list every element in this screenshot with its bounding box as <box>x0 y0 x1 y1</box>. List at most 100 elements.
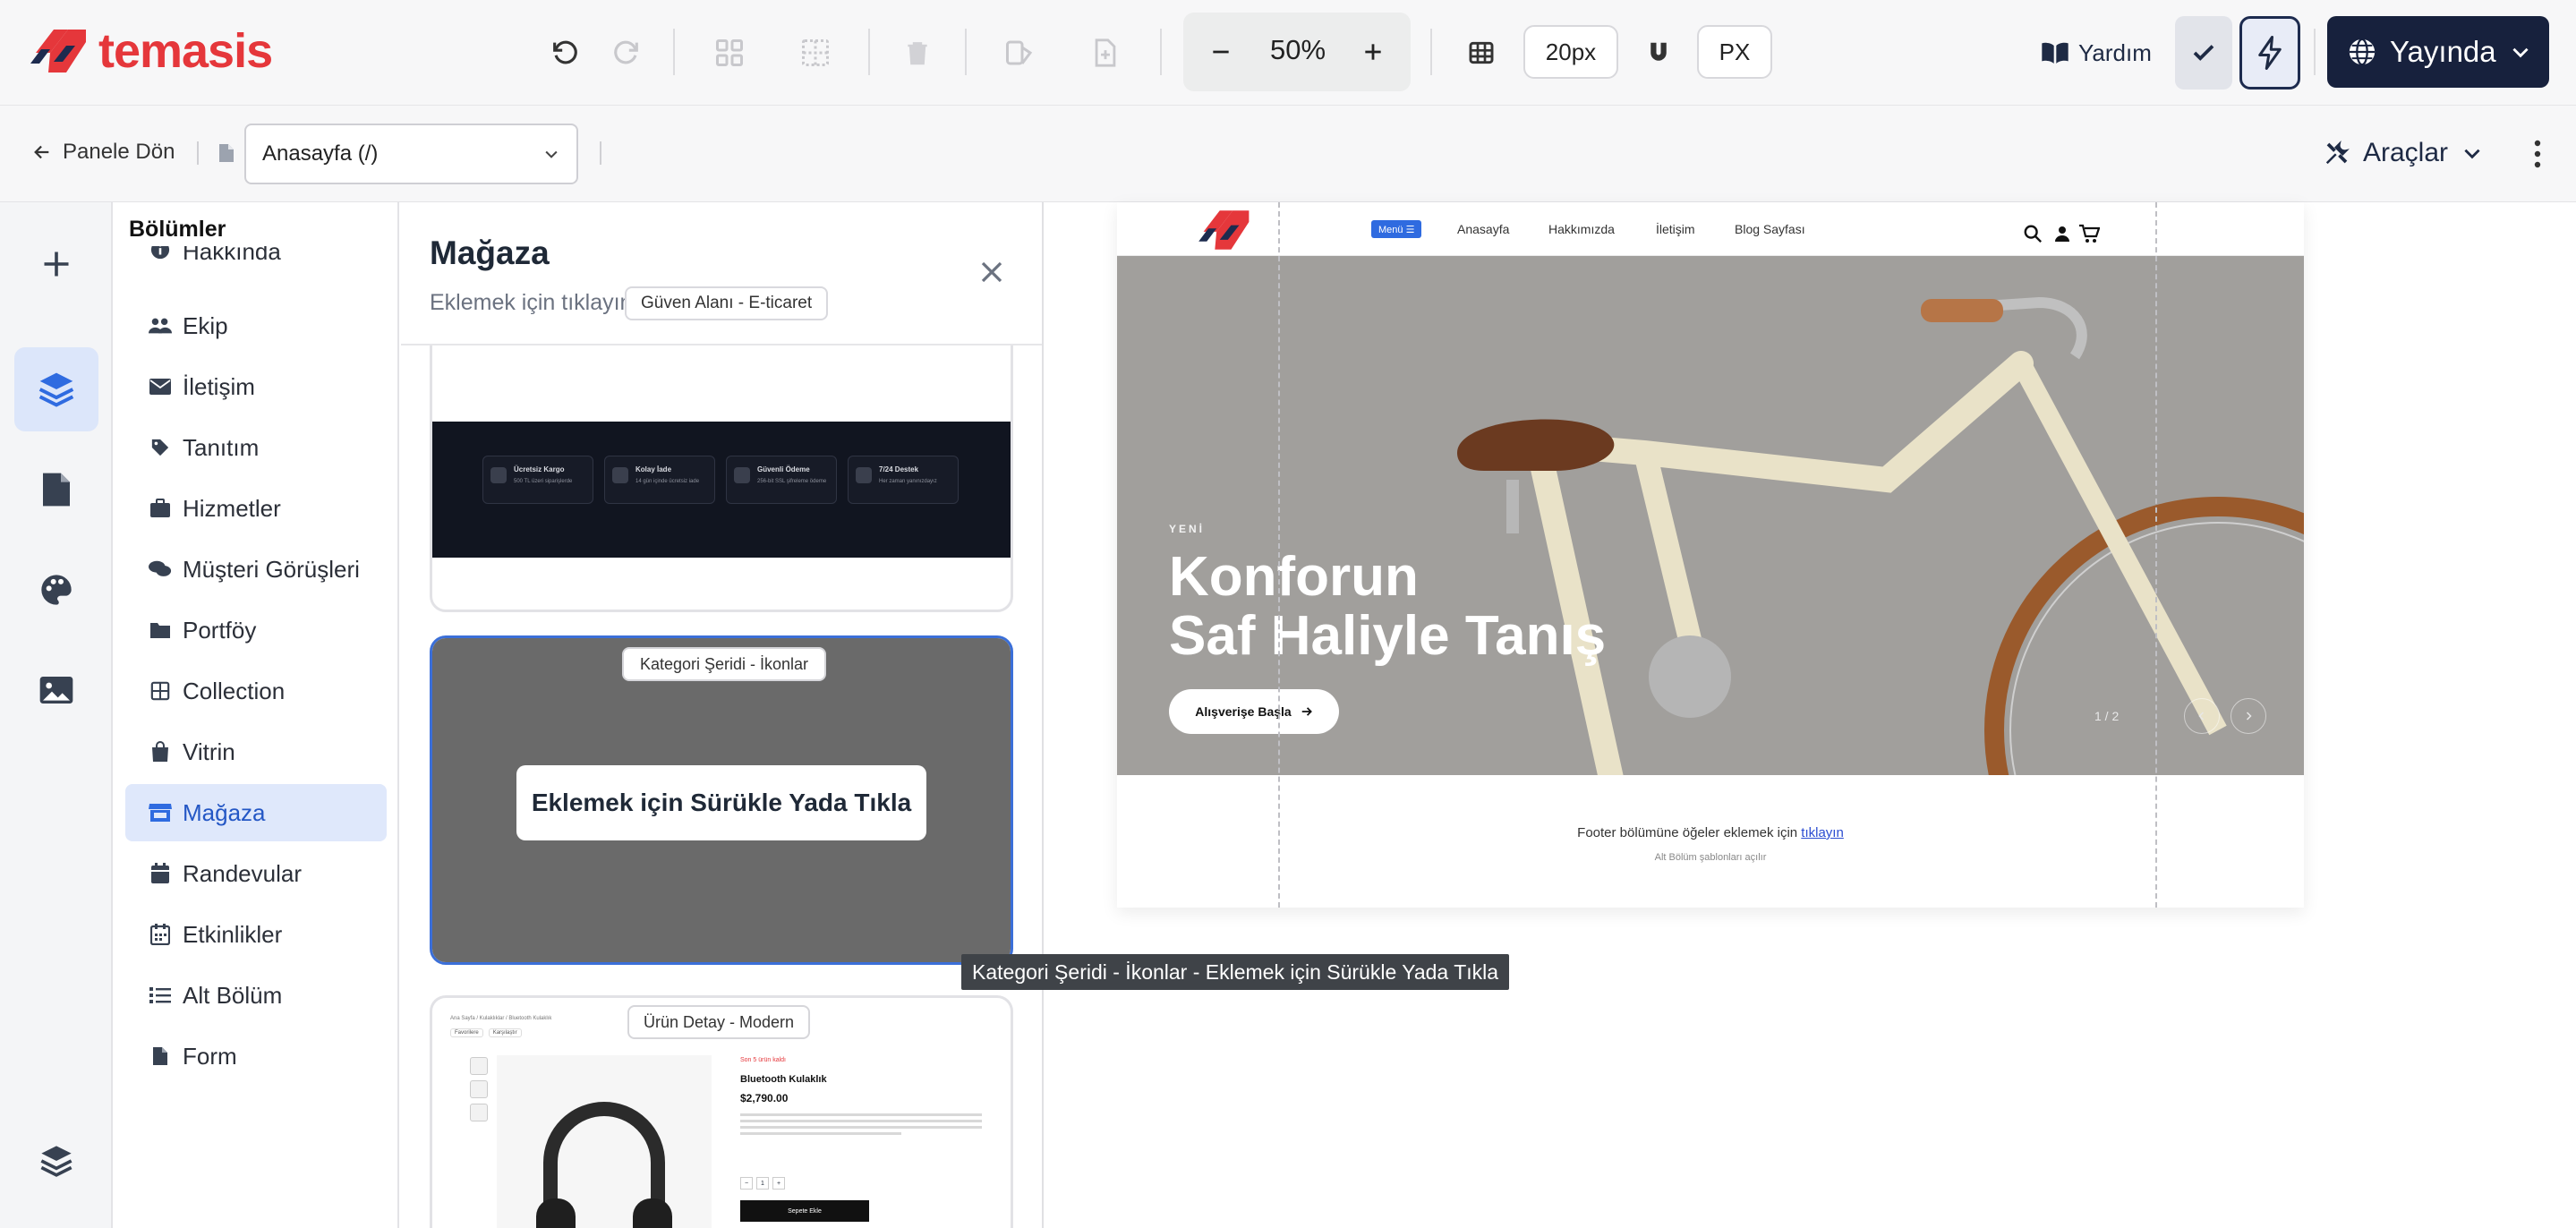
cart-icon[interactable] <box>2078 224 2100 243</box>
toolbar-divider <box>965 29 967 75</box>
site-preview[interactable]: Menü ☰ Anasayfa Hakkımızda İletişim Blog… <box>1117 202 2304 908</box>
nav-link-blog[interactable]: Blog Sayfası <box>1735 222 1805 236</box>
sections-title: Bölümler <box>129 217 397 246</box>
trust-item: 7/24 Destek Her zaman yanınızdayız <box>848 456 959 504</box>
chevron-down-icon <box>2512 47 2529 58</box>
hero-cta-button[interactable]: Alışverişe Başla <box>1169 689 1339 734</box>
product-name: Bluetooth Kulaklık <box>740 1074 827 1085</box>
help-link[interactable]: Yardım <box>2041 32 2152 73</box>
tools-label: Araçlar <box>2363 138 2449 167</box>
trust-band-preview: Ücretsiz Kargo 500 TL üzeri siparişlerde… <box>432 422 1011 558</box>
brand-logo[interactable]: temasis <box>27 20 273 82</box>
template-card-product-detail[interactable]: Ana Sayfa / Kulaklıklar / Bluetooth Kula… <box>430 995 1013 1228</box>
palette-icon <box>41 575 72 605</box>
section-item-hizmetler[interactable]: Hizmetler <box>125 480 387 537</box>
section-label: Etkinlikler <box>183 920 283 948</box>
globe-icon <box>2349 38 2376 66</box>
rail-pages-button[interactable] <box>14 448 98 532</box>
section-item-magaza[interactable]: Mağaza <box>125 784 387 841</box>
section-item-musteri-gorusleri[interactable]: Müşteri Görüşleri <box>125 541 387 598</box>
nav-link-home[interactable]: Anasayfa <box>1457 222 1509 236</box>
undo-button[interactable] <box>542 30 587 75</box>
lightning-icon <box>2258 36 2282 70</box>
menu-badge[interactable]: Menü ☰ <box>1371 220 1422 238</box>
preview-navbar[interactable]: Menü ☰ Anasayfa Hakkımızda İletişim Blog… <box>1117 202 2304 256</box>
template-card-trust[interactable]: Ücretsiz Kargo 500 TL üzeri siparişlerde… <box>430 328 1013 612</box>
zoom-in-button[interactable] <box>1352 30 1395 73</box>
bag-icon <box>149 740 172 763</box>
qty-plus: + <box>772 1177 785 1190</box>
rail-theme-button[interactable] <box>14 548 98 632</box>
preview-check-button[interactable] <box>2175 16 2232 90</box>
close-panel-button[interactable] <box>974 254 1010 290</box>
grid-toggle-button[interactable] <box>1459 30 1504 75</box>
hero-prev-button[interactable] <box>2184 698 2220 734</box>
section-item-form[interactable]: Form <box>125 1028 387 1085</box>
ungroup-button[interactable] <box>793 30 838 75</box>
group-button[interactable] <box>707 30 752 75</box>
trust-item-title: 7/24 Destek <box>879 465 919 473</box>
section-item-vitrin[interactable]: Vitrin <box>125 723 387 780</box>
zoom-control: 50% <box>1183 13 1411 91</box>
section-item-alt-bolum[interactable]: Alt Bölüm <box>125 967 387 1024</box>
store-icon <box>149 801 172 824</box>
quick-actions-button[interactable] <box>2239 16 2300 90</box>
section-item-etkinlikler[interactable]: Etkinlikler <box>125 906 387 963</box>
user-icon[interactable] <box>2055 226 2069 242</box>
paint-copy-icon <box>1006 40 1033 65</box>
back-to-panel-link[interactable]: Panele Dön <box>32 140 175 165</box>
section-item-tanitim[interactable]: Tanıtım <box>125 419 387 476</box>
template-chip[interactable]: Güven Alanı - E-ticaret <box>625 286 829 320</box>
redo-icon <box>614 40 638 64</box>
template-card-category-strip[interactable]: Kategori Şeridi - İkonlar Eklemek için S… <box>430 635 1013 965</box>
add-to-cart-preview: Sepete Ekle <box>740 1200 869 1222</box>
section-label: Randevular <box>183 859 302 887</box>
plus-icon <box>1365 44 1381 60</box>
publish-button[interactable]: Yayında <box>2327 16 2549 88</box>
section-label: Form <box>183 1042 237 1070</box>
page-select[interactable]: Anasayfa (/) <box>244 124 578 184</box>
grid-size-field[interactable]: 20px <box>1523 25 1618 79</box>
rail-sections-button[interactable] <box>14 347 98 431</box>
check-icon <box>2193 45 2214 61</box>
store-panel-title: Mağaza <box>430 235 550 271</box>
copy-style-button[interactable] <box>997 30 1042 75</box>
rail-layers-button[interactable] <box>14 1119 98 1203</box>
snap-toggle-button[interactable] <box>1636 30 1681 75</box>
rail-add-button[interactable] <box>14 222 98 306</box>
more-options-button[interactable] <box>2524 138 2551 170</box>
nav-link-contact[interactable]: İletişim <box>1656 222 1695 236</box>
footer-add-link[interactable]: tıklayın <box>1801 825 1844 840</box>
section-label: Ekip <box>183 311 228 339</box>
section-label: Portföy <box>183 616 257 644</box>
sections-panel: Bölümler Hakkında Ekip İletişim Tanıtım … <box>115 202 399 1228</box>
kebab-menu-icon <box>2534 140 2541 168</box>
section-item-iletisim[interactable]: İletişim <box>125 358 387 415</box>
hero-next-button[interactable] <box>2231 698 2266 734</box>
tag-icon <box>149 436 172 459</box>
section-label: Vitrin <box>183 738 235 765</box>
search-icon[interactable] <box>2023 224 2043 243</box>
hero-slider[interactable]: YENİ Konforun Saf Haliyle Tanış Alışveri… <box>1117 256 2304 775</box>
zoom-out-button[interactable] <box>1199 30 1242 73</box>
trust-item-sub: 256-bit SSL şifreleme ödeme <box>757 479 827 484</box>
table-icon <box>149 679 172 703</box>
unit-toggle[interactable]: PX <box>1697 25 1772 79</box>
section-item-portfoy[interactable]: Portföy <box>125 601 387 659</box>
section-item-collection[interactable]: Collection <box>125 662 387 720</box>
product-image <box>497 1055 712 1228</box>
rail-media-button[interactable] <box>14 648 98 732</box>
product-tag: Favorilere <box>450 1028 483 1037</box>
section-item-ekip[interactable]: Ekip <box>125 297 387 354</box>
store-panel-header: Mağaza Eklemek için tıklayın Güven Alanı… <box>401 202 1042 345</box>
add-page-button[interactable] <box>1083 30 1128 75</box>
section-item-randevular[interactable]: Randevular <box>125 845 387 902</box>
left-rail <box>0 202 113 1228</box>
redo-button[interactable] <box>604 30 649 75</box>
drag-or-click-button[interactable]: Eklemek için Sürükle Yada Tıkla <box>516 765 926 840</box>
delete-button[interactable] <box>895 30 940 75</box>
trust-item-title: Güvenli Ödeme <box>757 465 810 473</box>
product-stock: Son 5 ürün kaldı <box>740 1057 786 1063</box>
tools-menu[interactable]: Araçlar <box>2324 138 2484 168</box>
nav-link-about[interactable]: Hakkımızda <box>1548 222 1615 236</box>
